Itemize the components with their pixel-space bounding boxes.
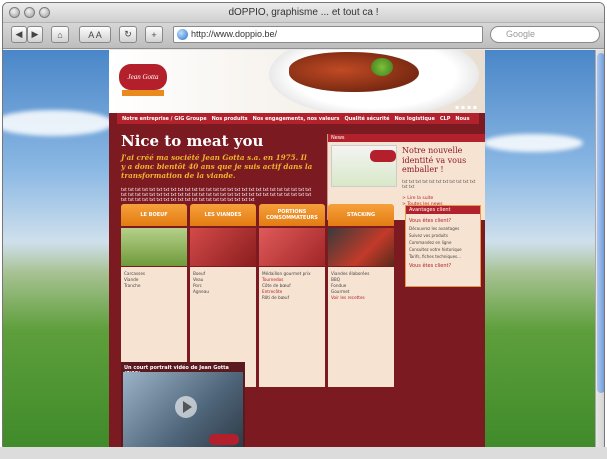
cow-image[interactable] [121, 228, 187, 266]
nav-item[interactable]: CLP [440, 116, 451, 122]
list-item[interactable]: Agneau [193, 289, 253, 295]
body-text: txt txt txt txt txt txt txt txt txt txt … [121, 187, 312, 203]
video-block: Un court portrait vidéo de Jean Gotta (7… [121, 362, 245, 448]
home-button[interactable]: ⌂ [51, 26, 69, 43]
back-arrow-icon: ◀ [15, 29, 23, 39]
tab-stacking[interactable]: STACKING [328, 204, 394, 226]
site-logo[interactable]: Jean Gotta [119, 64, 167, 90]
tab-les-viandes[interactable]: LES VIANDES [190, 204, 256, 226]
page-headline: Nice to meat you [121, 132, 264, 150]
nav-item[interactable]: Nos engagements, nos valeurs [253, 116, 340, 122]
list-item[interactable]: Voir les recettes [331, 295, 391, 301]
tab-le-boeuf[interactable]: LE BOEUF [121, 204, 187, 226]
vertical-scrollbar[interactable] [595, 50, 604, 448]
herb-garnish [371, 58, 393, 76]
main-nav: Notre entreprise / GIG Groupe Nos produi… [117, 113, 479, 124]
window-title: dOPPIO, graphisme ... et tout ca ! [228, 7, 379, 18]
column-list: Viandes élaborées BBQ Fondue Gourmet Voi… [328, 267, 394, 387]
forward-button[interactable]: ▶ [27, 26, 43, 43]
news-text: txt txt txt txt txt txt txt txt txt txt … [402, 179, 476, 189]
client-box-item: Tarifs, fiches techniques... [409, 254, 461, 259]
steak-image [289, 52, 419, 92]
intro-text: J'ai créé ma société Jean Gotta s.a. en … [121, 153, 313, 180]
cloud-decoration [3, 110, 113, 136]
client-box-item: Consultez votre historique [409, 247, 462, 252]
reload-button[interactable]: ↻ [119, 26, 137, 43]
nav-item[interactable]: Nos logistique [394, 116, 434, 122]
news-logo [370, 150, 396, 162]
portion-image[interactable] [259, 228, 325, 266]
client-box: Avantages client Vous êtes client? Décou… [405, 205, 481, 287]
cloud-decoration [483, 134, 583, 152]
scrollbar-thumb[interactable] [597, 53, 604, 393]
client-login-link[interactable]: Vous êtes client? [406, 260, 480, 272]
column-list: Médaillon gourmet prix Tournedos Côte de… [259, 267, 325, 387]
text-size-button[interactable]: A A [79, 26, 111, 43]
news-label: News [328, 134, 485, 142]
client-box-title: Vous êtes client? [409, 218, 452, 224]
video-thumbnail[interactable] [123, 372, 243, 448]
globe-icon [177, 29, 188, 40]
forward-arrow-icon: ▶ [31, 29, 39, 39]
client-box-label: Avantages client [406, 206, 480, 214]
home-icon: ⌂ [57, 29, 63, 40]
product-column: LE BOEUF Carcasses Viande Tranche [121, 204, 187, 387]
back-button[interactable]: ◀ [11, 26, 27, 43]
news-title[interactable]: Notre nouvelle identité va vous emballer… [402, 146, 482, 175]
search-input[interactable]: Google [490, 26, 600, 43]
add-bookmark-button[interactable]: + [145, 26, 163, 43]
nav-item[interactable]: Nos produits [212, 116, 248, 122]
client-box-item: Suivez vos produits [409, 233, 448, 238]
list-item[interactable]: Tranche [124, 283, 184, 289]
play-icon[interactable] [175, 396, 197, 418]
nav-item[interactable]: Nous [455, 116, 469, 122]
meat-image[interactable] [190, 228, 256, 266]
window-shadow [0, 447, 607, 459]
client-box-item: Commandez en ligne [409, 240, 452, 245]
product-column: LES VIANDES Boeuf Veau Porc Agneau [190, 204, 256, 387]
site-page: Jean Gotta ▪ ▪ ▪ ▪ Notre entreprise / GI… [109, 50, 485, 448]
site-header: Jean Gotta ▪ ▪ ▪ ▪ [109, 50, 485, 113]
product-column: STACKING Viandes élaborées BBQ Fondue Go… [328, 204, 394, 387]
logo-banner [122, 90, 164, 96]
web-content: Jean Gotta ▪ ▪ ▪ ▪ Notre entreprise / GI… [3, 50, 604, 448]
reload-icon: ↻ [124, 29, 132, 39]
tab-portions-consommateurs[interactable]: PORTIONS CONSOMMATEURS [259, 204, 325, 226]
list-item[interactable]: Rôti de bœuf [262, 295, 322, 301]
browser-window: dOPPIO, graphisme ... et tout ca ! ◀ ▶ ⌂… [2, 2, 605, 449]
news-image[interactable] [331, 145, 397, 187]
video-logo [209, 434, 239, 445]
product-column: PORTIONS CONSOMMATEURS Médaillon gourmet… [259, 204, 325, 387]
plus-icon: + [151, 29, 157, 40]
language-flags[interactable]: ▪ ▪ ▪ ▪ [455, 104, 477, 111]
browser-toolbar: ◀ ▶ ⌂ A A ↻ + http://www.doppio.be/ Goog… [3, 23, 604, 49]
nav-item[interactable]: Notre entreprise / GIG Groupe [122, 116, 207, 122]
client-box-text: Découvrez les avantages [409, 226, 460, 231]
nav-item[interactable]: Qualité sécurité [344, 116, 389, 122]
bbq-image[interactable] [328, 228, 394, 266]
title-bar: dOPPIO, graphisme ... et tout ca ! [3, 3, 604, 23]
address-bar[interactable]: http://www.doppio.be/ [173, 26, 483, 43]
